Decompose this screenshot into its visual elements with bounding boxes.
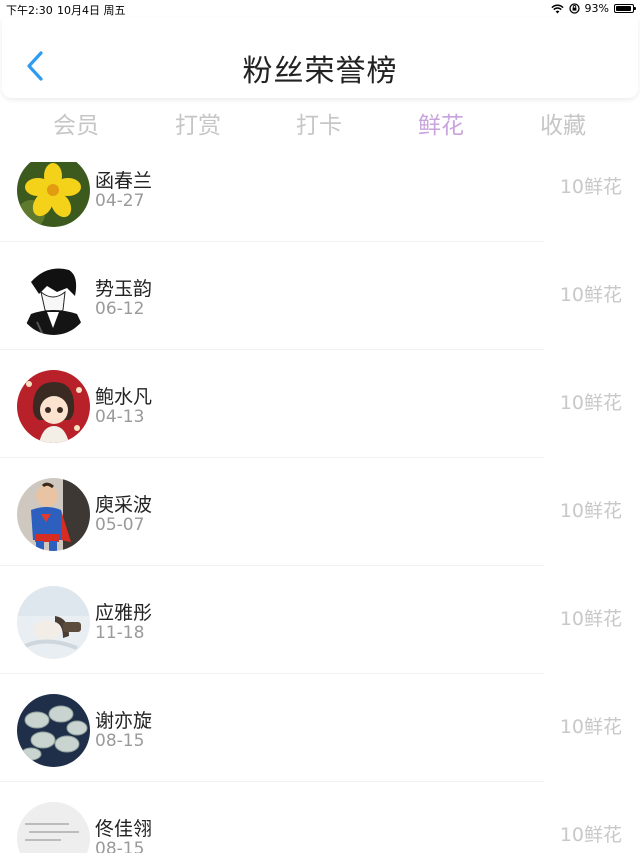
- fan-name: 应雅彤: [95, 602, 153, 624]
- fan-date: 11-18: [95, 623, 145, 643]
- list-item[interactable]: 佟佳翎 08-15 10鲜花: [0, 782, 622, 853]
- tab-tips[interactable]: 打赏: [138, 106, 258, 140]
- fan-date: 08-15: [95, 839, 145, 853]
- fan-ranking-list: 函春兰 04-27 10鲜花 势玉韵 06-12 10鲜花 鲍水凡 04-13 …: [0, 162, 640, 853]
- pale-photo-avatar: [17, 586, 90, 659]
- fan-date: 06-12: [95, 299, 145, 319]
- list-item[interactable]: 势玉韵 06-12 10鲜花: [0, 242, 622, 350]
- manga-boy-avatar: [17, 262, 90, 335]
- tab-favorites[interactable]: 收藏: [503, 106, 623, 140]
- avatar: [17, 802, 90, 853]
- battery-percent: 93%: [584, 2, 609, 15]
- cartoon-girl-avatar: [17, 370, 90, 443]
- avatar: [17, 262, 90, 335]
- fan-name: 势玉韵: [95, 278, 153, 300]
- avatar: [17, 586, 90, 659]
- avatar: [17, 478, 90, 551]
- fan-date: 05-07: [95, 515, 145, 535]
- tab-flowers[interactable]: 鲜花: [381, 106, 501, 140]
- tab-members[interactable]: 会员: [16, 106, 136, 140]
- page-title: 粉丝荣誉榜: [242, 54, 398, 89]
- fan-date: 04-27: [95, 191, 145, 211]
- avatar: [17, 162, 90, 227]
- battery-icon: [614, 4, 636, 13]
- status-date: 10月4日 周五: [57, 4, 126, 17]
- tab-checkin[interactable]: 打卡: [259, 106, 379, 140]
- fan-name: 鲍水凡: [95, 386, 153, 408]
- yellow-flower-avatar: [17, 162, 90, 227]
- flower-count: 10鲜花: [559, 824, 622, 846]
- avatar: [17, 694, 90, 767]
- list-item[interactable]: 谢亦旋 08-15 10鲜花: [0, 674, 622, 782]
- flower-count: 10鲜花: [559, 500, 622, 522]
- list-item[interactable]: 应雅彤 11-18 10鲜花: [0, 566, 622, 674]
- avatar: [17, 370, 90, 443]
- flower-count: 10鲜花: [559, 284, 622, 306]
- fan-date: 08-15: [95, 731, 145, 751]
- wifi-icon: [550, 3, 564, 13]
- orientation-lock-icon: [568, 3, 580, 14]
- dumplings-avatar: [17, 694, 90, 767]
- status-time: 下午2:30: [6, 4, 53, 17]
- flower-count: 10鲜花: [559, 608, 622, 630]
- fan-name: 谢亦旋: [95, 710, 153, 732]
- fan-name: 佟佳翎: [95, 818, 153, 840]
- handwritten-note-avatar: [17, 802, 90, 853]
- fan-name: 庾采波: [95, 494, 153, 516]
- tab-bar: 会员 打赏 打卡 鲜花 收藏: [0, 100, 640, 144]
- list-item[interactable]: 庾采波 05-07 10鲜花: [0, 458, 622, 566]
- status-bar: 下午2:30 10月4日 周五 93%: [0, 0, 640, 18]
- battery-fill: [616, 6, 631, 11]
- flower-count: 10鲜花: [559, 176, 622, 198]
- list-item[interactable]: 函春兰 04-27 10鲜花: [0, 162, 622, 242]
- baby-superman-avatar: [17, 478, 90, 551]
- list-item[interactable]: 鲍水凡 04-13 10鲜花: [0, 350, 622, 458]
- status-right: 93%: [550, 2, 636, 15]
- flower-count: 10鲜花: [559, 716, 622, 738]
- flower-count: 10鲜花: [559, 392, 622, 414]
- fan-date: 04-13: [95, 407, 145, 427]
- fan-name: 函春兰: [95, 170, 153, 192]
- fan-ranking-list-inner: 函春兰 04-27 10鲜花 势玉韵 06-12 10鲜花 鲍水凡 04-13 …: [0, 162, 640, 853]
- nav-bar: 粉丝荣誉榜: [2, 18, 638, 98]
